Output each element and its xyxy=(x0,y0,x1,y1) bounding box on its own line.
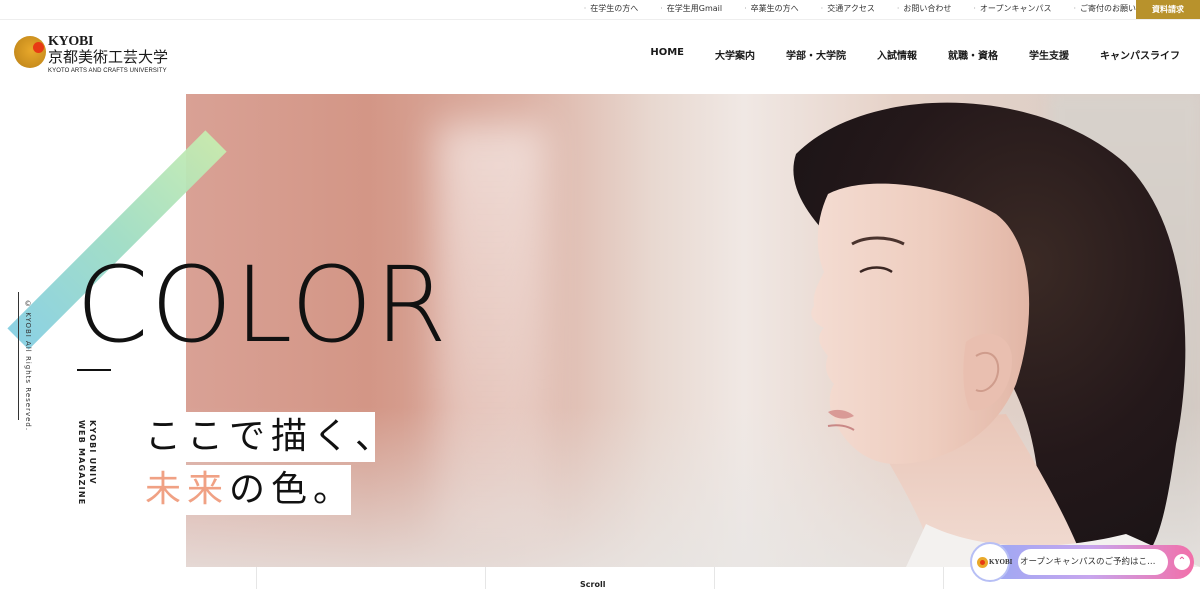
divider xyxy=(0,19,1200,20)
request-brochure-button[interactable]: 資料請求 xyxy=(1136,0,1200,19)
util-link-open-campus[interactable]: · オープンキャンパス xyxy=(973,3,1051,14)
hero-headline: COLOR xyxy=(76,244,449,366)
chat-avatar-label: KYOBI xyxy=(989,558,1013,566)
vertical-magazine-label: KYOBI UNIV WEB MAGAZINE xyxy=(76,420,98,505)
site-logo[interactable]: KYOBI 京都美術工芸大学 KYOTO ARTS AND CRAFTS UNI… xyxy=(14,34,184,78)
utility-bar: · 在学生の方へ · 在学生用Gmail · 卒業生の方へ · 交通アクセス · お問い合… xyxy=(0,0,1200,19)
util-link-contact[interactable]: · お問い合わせ xyxy=(897,3,952,14)
util-link-access[interactable]: · 交通アクセス xyxy=(821,3,875,14)
nav-home[interactable]: HOME xyxy=(650,47,684,62)
hero-caption-line2: 未来の色。 xyxy=(141,465,351,515)
nav-student-support[interactable]: 学生支援 xyxy=(1029,47,1069,62)
chat-message[interactable]: オープンキャンパスのご予約はこ… xyxy=(1018,549,1168,575)
hero-caption-accent: 未来 xyxy=(145,469,230,510)
util-link-alumni[interactable]: · 卒業生の方へ xyxy=(744,3,799,14)
chat-widget[interactable]: オープンキャンパスのご予約はこ… KYOBI ⌃ xyxy=(970,542,1195,582)
strip-divider xyxy=(943,567,944,589)
hero-dash xyxy=(77,369,111,371)
nav-admissions[interactable]: 入試情報 xyxy=(877,47,917,62)
main-nav: HOME 大学案内 学部・大学院 入試情報 就職・資格 学生支援 キャンパスライ… xyxy=(619,47,1180,62)
vertical-copyright: © KYOBI All Rights Reserved. xyxy=(24,300,32,432)
nav-about[interactable]: 大学案内 xyxy=(715,47,755,62)
util-link-donation[interactable]: · ご寄付のお願い xyxy=(1073,3,1136,14)
nav-campus-life[interactable]: キャンパスライフ xyxy=(1100,47,1180,62)
logo-text-jp: 京都美術工芸大学 xyxy=(48,48,169,66)
util-link-current-students[interactable]: · 在学生の方へ xyxy=(584,3,639,14)
chat-logo-dot xyxy=(980,560,985,565)
strip-divider xyxy=(256,567,257,589)
strip-divider xyxy=(714,567,715,589)
scroll-indicator[interactable]: Scroll xyxy=(580,580,605,589)
strip-divider xyxy=(485,567,486,589)
nav-careers[interactable]: 就職・資格 xyxy=(948,47,998,62)
hero-portrait xyxy=(793,102,1200,567)
util-link-gmail[interactable]: · 在学生用Gmail xyxy=(660,3,722,14)
magazine-line1: KYOBI UNIV xyxy=(88,420,97,485)
logo-red-dot xyxy=(33,42,44,53)
logo-text-en: KYOBI xyxy=(48,34,94,49)
logo-subtitle: KYOTO ARTS AND CRAFTS UNIVERSITY xyxy=(48,68,167,74)
hero-caption-rest: の色。 xyxy=(229,469,356,510)
chat-avatar[interactable]: KYOBI xyxy=(970,542,1013,582)
hero-caption-line1: ここで描く、 xyxy=(141,412,391,462)
chevron-up-icon[interactable]: ⌃ xyxy=(1174,554,1190,570)
nav-faculties[interactable]: 学部・大学院 xyxy=(786,47,846,62)
magazine-line2: WEB MAGAZINE xyxy=(77,420,86,506)
utility-links: · 在学生の方へ · 在学生用Gmail · 卒業生の方へ · 交通アクセス · お問い合… xyxy=(562,3,1136,14)
copyright-rule xyxy=(18,292,19,420)
